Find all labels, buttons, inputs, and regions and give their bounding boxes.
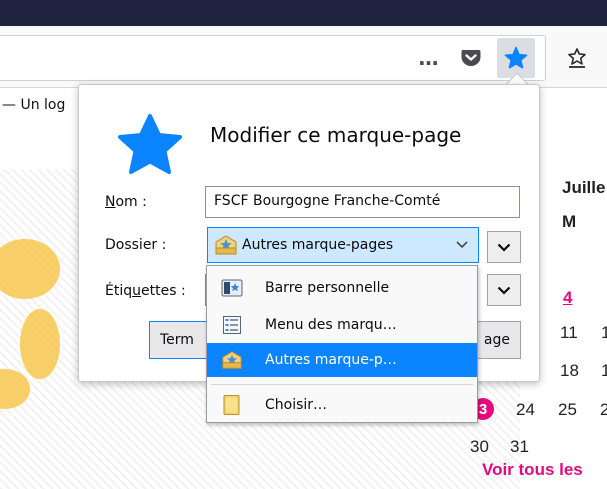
paint-splash [20,309,60,379]
page-heading-fragment: — Un log [2,97,66,113]
calendar-day: 11 [560,323,578,342]
title-bar [0,0,607,26]
folder-dropdown-menu: Barre personnelle Menu des marqu… Autres… [206,265,478,423]
chevron-down-icon [456,238,468,252]
calendar-day[interactable]: 4 [563,288,572,308]
folder-tree-expander[interactable] [487,231,521,263]
bookmarks-toolbar-icon [221,277,243,299]
folder-icon [221,394,243,416]
dropdown-item-label: Menu des marqu… [265,317,397,333]
calendar-day: 1 [601,323,607,342]
pocket-button[interactable] [452,38,490,78]
remove-bookmark-button[interactable]: age [477,321,521,359]
library-button[interactable] [558,38,596,78]
calendar-day: 25 [558,400,577,419]
folder-label: Dossier : [105,237,167,253]
see-all-link[interactable]: Voir tous les [482,460,583,480]
dropdown-item-label: Choisir… [265,397,328,413]
chevron-down-icon [497,286,511,295]
more-icon: … [418,46,440,70]
tags-expander[interactable] [487,274,521,306]
bookmark-name-input[interactable]: FSCF Bourgogne Franche-Comté [205,186,520,218]
calendar-day: 30 [470,437,489,456]
dropdown-item-label: Autres marque-p… [265,352,397,368]
other-bookmarks-icon [221,349,243,371]
calendar-day: 31 [510,437,529,456]
calendar-day: 24 [516,400,535,419]
name-label: Nom : [105,194,147,210]
done-button[interactable]: Term [149,321,207,359]
other-bookmarks-icon [215,235,237,255]
page-actions-menu-button[interactable]: … [410,38,448,78]
calendar-day: 2 [600,400,607,419]
calendar-weekday: M [562,212,577,231]
calendar-month: Juille [562,178,606,197]
calendar-day: 18 [560,361,579,380]
calendar-day: 1 [601,361,607,380]
bookmarks-menu-icon [221,314,243,336]
dropdown-item-choose[interactable]: Choisir… [207,388,477,422]
pocket-icon [461,50,481,66]
dropdown-item-other-bookmarks[interactable]: Autres marque-p… [207,343,477,377]
folder-select-value: Autres marque-pages [242,237,394,253]
folder-select[interactable]: Autres marque-pages [207,227,479,263]
chevron-down-icon [497,243,511,252]
tags-label: Étiquettes : [105,283,186,299]
dropdown-item-bookmarks-toolbar[interactable]: Barre personnelle [207,271,477,305]
dropdown-separator [211,384,473,385]
dropdown-item-bookmarks-menu[interactable]: Menu des marqu… [207,308,477,342]
dropdown-item-label: Barre personnelle [265,280,390,296]
star-icon [504,46,528,69]
bookmark-star-large-icon [115,113,185,181]
panel-title: Modifier ce marque-page [210,123,462,147]
library-icon [568,48,586,68]
